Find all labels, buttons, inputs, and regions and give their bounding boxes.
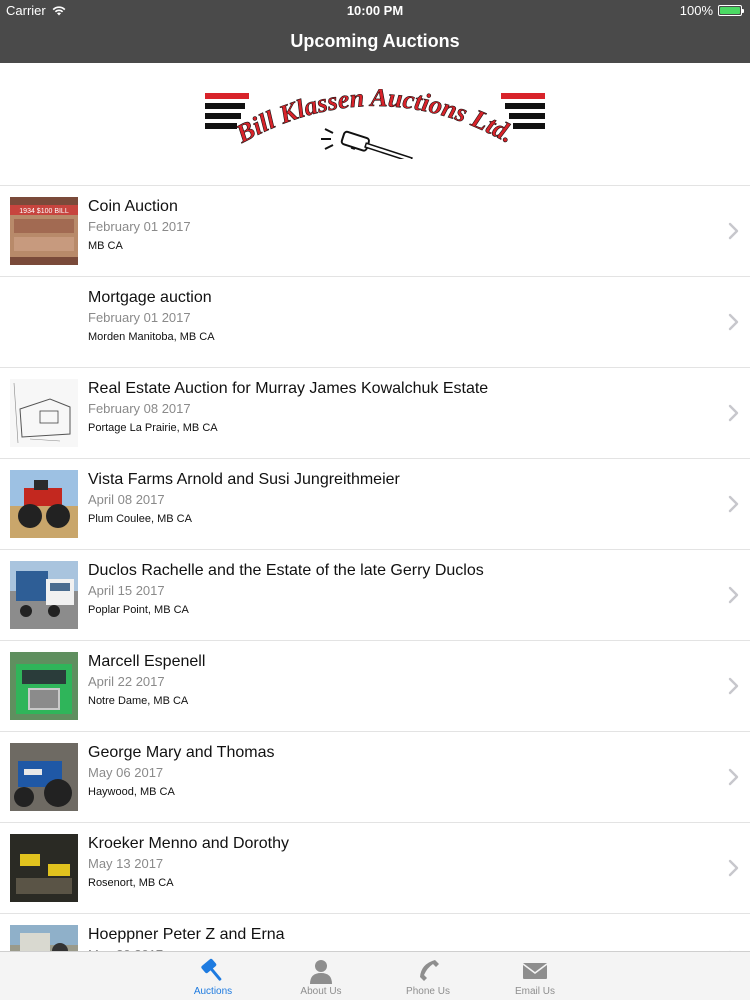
auction-thumbnail xyxy=(10,561,78,629)
auction-date: April 15 2017 xyxy=(88,583,165,598)
auction-row[interactable]: Mortgage auction February 01 2017 Morden M… xyxy=(0,277,750,368)
auction-location: Notre Dame, MB CA xyxy=(88,695,189,707)
auction-date: February 08 2017 xyxy=(88,401,191,416)
phone-icon xyxy=(420,960,439,981)
auction-location: Poplar Point, MB CA xyxy=(88,604,189,616)
svg-text:1934 $100 BILL: 1934 $100 BILL xyxy=(19,208,69,215)
status-time: 10:00 PM xyxy=(346,3,404,18)
page-title: Upcoming Auctions xyxy=(290,31,460,51)
logo-banner: Bill Klassen Auctions Ltd. xyxy=(0,63,750,186)
chevron-right-icon xyxy=(728,768,739,786)
auction-date: May 13 2017 xyxy=(88,856,164,871)
auction-title: Kroeker Menno and Dorothy xyxy=(88,835,289,852)
tab-label-phone-us: Phone Us xyxy=(406,986,450,997)
tab-phone-us[interactable]: Phone Us xyxy=(388,952,468,1000)
tab-about-us[interactable]: About Us xyxy=(281,952,361,1000)
gavel-icon xyxy=(201,958,222,981)
tab-label-about-us: About Us xyxy=(300,986,342,997)
tab-label-email-us: Email Us xyxy=(514,986,555,997)
auction-title: Real Estate Auction for Murray James Kow… xyxy=(88,380,489,397)
chevron-right-icon xyxy=(728,222,739,240)
chevron-right-icon xyxy=(728,859,739,877)
auction-thumbnail xyxy=(10,379,78,447)
auction-location: MB CA xyxy=(88,240,123,252)
auction-row[interactable]: 1934 $100 BILL Coin Auction February 01 20… xyxy=(0,186,750,277)
navigation-bar: Upcoming Auctions xyxy=(0,20,750,63)
auction-title: George Mary and Thomas xyxy=(88,744,275,761)
auction-location: Haywood, MB CA xyxy=(88,786,175,798)
battery-indicator: 100% xyxy=(679,3,744,18)
auction-thumbnail: 1934 $100 BILL xyxy=(10,197,78,265)
auction-row[interactable]: Real Estate Auction for Murray James Kow… xyxy=(0,368,750,459)
chevron-right-icon xyxy=(728,586,739,604)
battery-icon xyxy=(718,5,744,16)
auction-date: April 22 2017 xyxy=(88,674,165,689)
auction-date: April 08 2017 xyxy=(88,492,165,507)
auction-title: Marcell Espenell xyxy=(88,653,206,670)
auction-row[interactable]: Duclos Rachelle and the Estate of the la… xyxy=(0,550,750,641)
auction-thumbnail xyxy=(10,652,78,720)
auction-list[interactable]: 1934 $100 BILL Coin Auction February 01 20… xyxy=(0,186,750,951)
auction-thumbnail xyxy=(10,288,78,356)
auction-title: Mortgage auction xyxy=(88,289,212,306)
tab-bar: Auctions About Us Phone Us Email Us xyxy=(0,951,750,1000)
auction-date: February 01 2017 xyxy=(88,310,191,325)
auction-thumbnail xyxy=(10,925,78,951)
auction-thumbnail xyxy=(10,743,78,811)
auction-location: Plum Coulee, MB CA xyxy=(88,513,192,525)
auction-title: Duclos Rachelle and the Estate of the la… xyxy=(88,562,484,579)
battery-fill xyxy=(720,7,740,14)
auction-row[interactable]: Kroeker Menno and Dorothy May 13 2017 Rose… xyxy=(0,823,750,914)
bill-klassen-logo: Bill Klassen Auctions Ltd. xyxy=(205,89,545,159)
status-bar: Carrier 10:00 PM 100% xyxy=(0,0,750,20)
chevron-right-icon xyxy=(728,313,739,331)
chevron-right-icon xyxy=(728,404,739,422)
auction-location: Portage La Prairie, MB CA xyxy=(88,422,218,434)
battery-percent: 100% xyxy=(679,3,713,18)
auction-location: Rosenort, MB CA xyxy=(88,877,174,889)
tab-label-auctions: Auctions xyxy=(193,986,233,997)
auction-row[interactable]: Hoeppner Peter Z and ErnaMay 20 2017 xyxy=(0,914,750,951)
auction-thumbnail xyxy=(10,834,78,902)
tab-auctions[interactable]: Auctions xyxy=(173,952,253,1000)
auction-date: May 06 2017 xyxy=(88,765,164,780)
tab-email-us[interactable]: Email Us xyxy=(495,952,575,1000)
person-icon xyxy=(310,960,332,984)
auction-row[interactable]: Marcell Espenell April 22 2017 Notre Dame,… xyxy=(0,641,750,732)
envelope-icon xyxy=(522,963,548,979)
svg-text:Bill Klassen Auctions Ltd.: Bill Klassen Auctions Ltd. xyxy=(230,89,519,149)
chevron-right-icon xyxy=(728,677,739,695)
chevron-right-icon xyxy=(728,495,739,513)
auction-thumbnail xyxy=(10,470,78,538)
auction-title: Vista Farms Arnold and Susi Jungreithmei… xyxy=(88,471,400,488)
auction-row[interactable]: George Mary and Thomas May 06 2017 Haywood… xyxy=(0,732,750,823)
auction-row[interactable]: Vista Farms Arnold and Susi Jungreithmei… xyxy=(0,459,750,550)
auction-date: February 01 2017 xyxy=(88,219,191,234)
logo-text: Bill Klassen Auctions Ltd. xyxy=(230,89,519,149)
auction-title: Hoeppner Peter Z and Erna xyxy=(88,926,285,943)
auction-location: Morden Manitoba, MB CA xyxy=(88,331,215,343)
auction-title: Coin Auction xyxy=(88,198,178,215)
